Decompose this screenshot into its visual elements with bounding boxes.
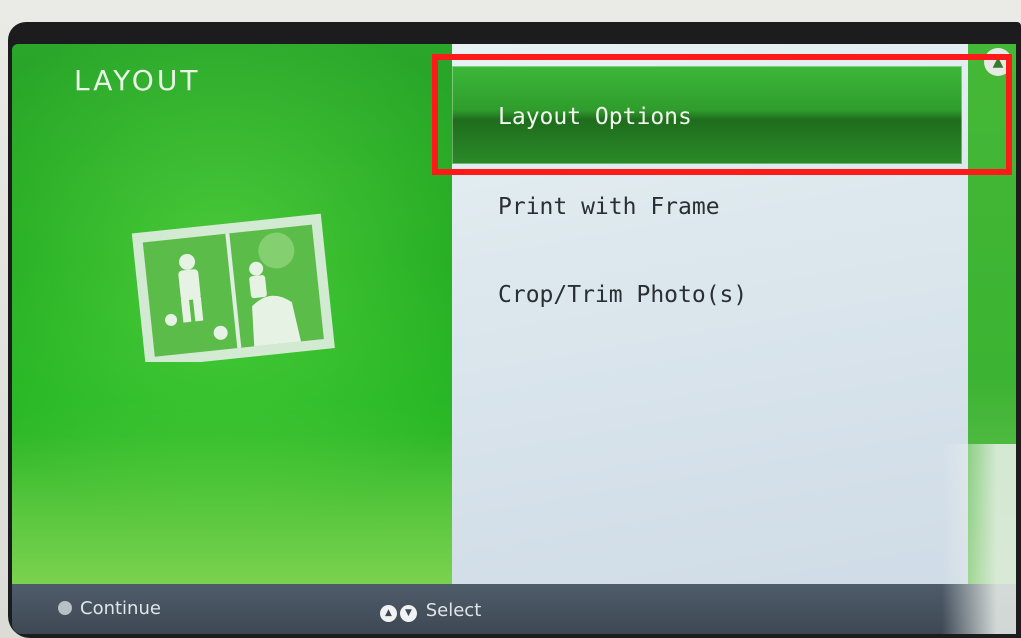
continue-label: Continue	[80, 598, 161, 619]
highlight-annotation	[432, 54, 1012, 175]
photo-frame-illustration	[131, 213, 335, 362]
category-panel: LAYOUT	[12, 44, 452, 594]
screen-glare	[942, 444, 1016, 634]
select-hint: ▲ ▼ Select	[380, 600, 481, 622]
up-arrow-icon: ▲	[380, 605, 397, 622]
menu-item-crop-trim-photos[interactable]: Crop/Trim Photo(s)	[452, 252, 962, 342]
select-label: Select	[425, 600, 482, 621]
continue-hint: Continue	[58, 598, 161, 619]
ok-button-icon	[58, 601, 72, 615]
down-arrow-icon: ▼	[400, 605, 417, 622]
menu-item-label: Print with Frame	[498, 194, 720, 220]
menu-item-print-with-frame[interactable]: Print with Frame	[452, 164, 962, 254]
menu-item-label: Crop/Trim Photo(s)	[498, 282, 748, 308]
footer-bar: Continue ▲ ▼ Select	[12, 584, 1016, 634]
screen-title: LAYOUT	[74, 64, 201, 97]
